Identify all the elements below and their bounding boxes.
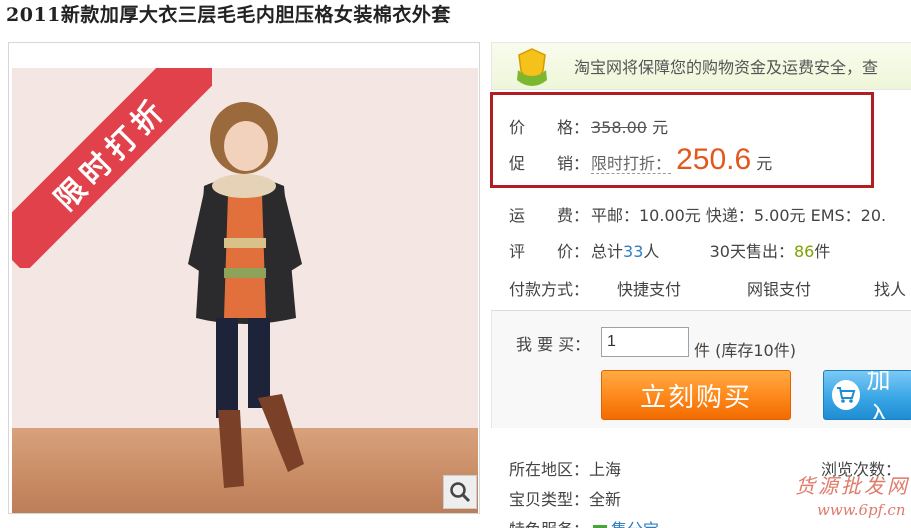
product-image[interactable]: 限时打折 — [8, 42, 480, 514]
original-price: 358.00 — [591, 118, 647, 137]
review-total-prefix: 总计 — [591, 242, 624, 261]
type-label: 宝贝类型： — [509, 490, 590, 509]
review-label: 评 价： — [509, 242, 590, 261]
watermark-line2: www.6pf.cn — [817, 501, 906, 519]
price-row: 价 格： 358.00 元 — [509, 114, 668, 138]
promo-label: 促 销： — [509, 154, 590, 173]
price-unit: 元 — [652, 118, 669, 137]
promo-price: 250.6 — [676, 143, 752, 176]
payment-option-friend[interactable]: 找人 — [874, 280, 906, 299]
promo-unit: 元 — [756, 154, 773, 173]
payment-option-bank[interactable]: 网银支付 — [747, 276, 874, 300]
sold-count: 86 — [793, 242, 815, 261]
cart-icon — [832, 380, 861, 410]
service-label: 特色服务： — [509, 520, 589, 528]
payment-row: 付款方式： 快捷支付 网银支付 找人 — [509, 276, 906, 300]
watermark-line1: 货源批发网 — [795, 474, 910, 498]
shipping-value: 平邮：10.00元 快递：5.00元 EMS：20. — [591, 206, 887, 225]
shipping-label: 运 费： — [509, 206, 590, 225]
watermark: 货源批发网 www.6pf.cn — [795, 470, 910, 519]
add-to-cart-label: 加入 — [866, 370, 891, 420]
sold-prefix: 30天售出： — [709, 242, 794, 261]
stock-text: 件 (库存10件) — [694, 341, 796, 360]
add-to-cart-button[interactable]: 加入 — [823, 370, 911, 420]
payment-label: 付款方式： — [509, 280, 590, 299]
service-row: 特色服务： 集分宝 — [509, 516, 659, 528]
service-icon — [593, 524, 608, 528]
buy-now-button[interactable]: 立刻购买 — [601, 370, 791, 420]
review-total-suffix: 人 — [643, 242, 660, 261]
quantity-input[interactable] — [601, 327, 689, 357]
sale-banner-text: 限时打折 — [48, 91, 175, 218]
shield-hands-icon — [517, 48, 547, 86]
shipping-row: 运 费： 平邮：10.00元 快递：5.00元 EMS：20. — [509, 202, 886, 226]
promo-row: 促 销： 限时打折： 250.6 元 — [509, 143, 772, 177]
review-row: 评 价： 总计33人 30天售出：86件 — [509, 238, 830, 262]
product-title: 2011新款加厚大衣三层毛毛内胆压格女装棉衣外套 — [6, 4, 451, 26]
buy-label: 我 要 买： — [516, 335, 591, 354]
product-photo: 限时打折 — [12, 68, 478, 513]
guarantee-bar: 淘宝网将保障您的购物资金及运费安全，查 — [491, 42, 911, 90]
sale-banner: 限时打折 — [12, 68, 212, 268]
sold-suffix: 件 — [814, 242, 831, 261]
service-link[interactable]: 集分宝 — [611, 520, 659, 528]
payment-option-quick[interactable]: 快捷支付 — [617, 276, 747, 300]
guarantee-text: 淘宝网将保障您的购物资金及运费安全，查 — [574, 58, 879, 77]
promo-tag[interactable]: 限时打折： — [591, 154, 672, 174]
magnifier-icon[interactable] — [443, 475, 477, 509]
location-label: 所在地区： — [509, 460, 590, 479]
product-info: 淘宝网将保障您的购物资金及运费安全，查 价 格： 358.00 元 促 销： 限时打… — [490, 42, 911, 528]
price-label: 价 格： — [509, 118, 590, 137]
review-count-link[interactable]: 33 — [623, 242, 643, 261]
type-value: 全新 — [589, 490, 622, 509]
location-value: 上海 — [589, 460, 622, 479]
type-row: 宝贝类型：全新 — [509, 486, 621, 510]
location-row: 所在地区：上海 — [509, 456, 621, 480]
